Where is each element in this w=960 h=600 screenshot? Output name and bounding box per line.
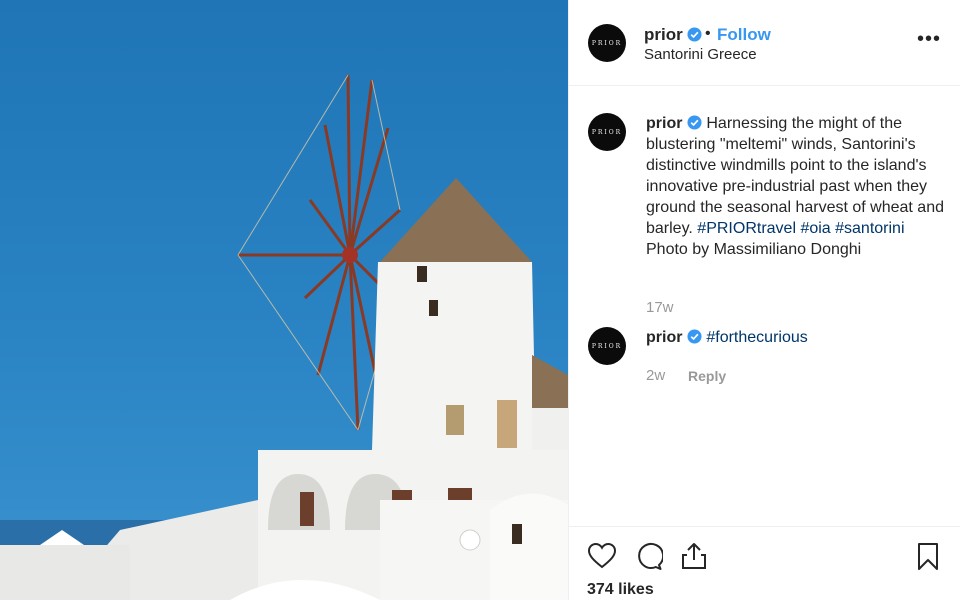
location-link[interactable]: Santorini Greece [644, 46, 757, 63]
action-bar: 374 likes [569, 526, 960, 600]
username-link[interactable]: prior [646, 329, 682, 346]
comment-hashtag[interactable]: #forthecurious [706, 329, 807, 346]
caption-timestamp[interactable]: 17w [646, 299, 674, 316]
avatar[interactable]: PRIOR [588, 113, 626, 151]
post-header: PRIOR prior • Follow Santorini Greece ••… [569, 0, 960, 86]
comment-icon[interactable] [633, 541, 663, 571]
caption-text: prior Harnessing the might of the bluste… [646, 113, 944, 260]
comment-timestamp[interactable]: 2w [646, 367, 665, 384]
verified-badge-icon [687, 115, 702, 130]
avatar[interactable]: PRIOR [588, 327, 626, 365]
more-options-icon[interactable]: ••• [917, 28, 941, 51]
windmill-photo [0, 74, 568, 600]
avatar-logo-text: PRIOR [591, 39, 623, 47]
follow-button[interactable]: Follow [717, 25, 771, 45]
avatar-logo-text: PRIOR [591, 128, 623, 136]
username-link[interactable]: prior [644, 25, 683, 44]
photo-credit: Photo by Massimiliano Donghi [646, 241, 862, 258]
share-icon[interactable] [679, 541, 709, 571]
separator-dot: • [705, 25, 711, 42]
verified-badge-icon [687, 329, 702, 344]
comment-text: prior #forthecurious [646, 327, 944, 348]
bookmark-icon[interactable] [913, 541, 943, 571]
hashtags[interactable]: #PRIORtravel #oia #santorini [697, 220, 904, 237]
reply-button[interactable]: Reply [688, 368, 726, 384]
avatar-logo-text: PRIOR [591, 342, 623, 350]
caption-body: Harnessing the might of the blustering "… [646, 115, 944, 237]
heart-icon[interactable] [587, 541, 617, 571]
likes-count[interactable]: 374 likes [587, 581, 654, 599]
post-image[interactable] [0, 0, 568, 600]
verified-badge-icon [687, 27, 702, 42]
post-panel: PRIOR prior • Follow Santorini Greece ••… [568, 0, 960, 600]
username-link[interactable]: prior [646, 115, 682, 132]
avatar[interactable]: PRIOR [588, 24, 626, 62]
username-row: prior [644, 25, 702, 45]
